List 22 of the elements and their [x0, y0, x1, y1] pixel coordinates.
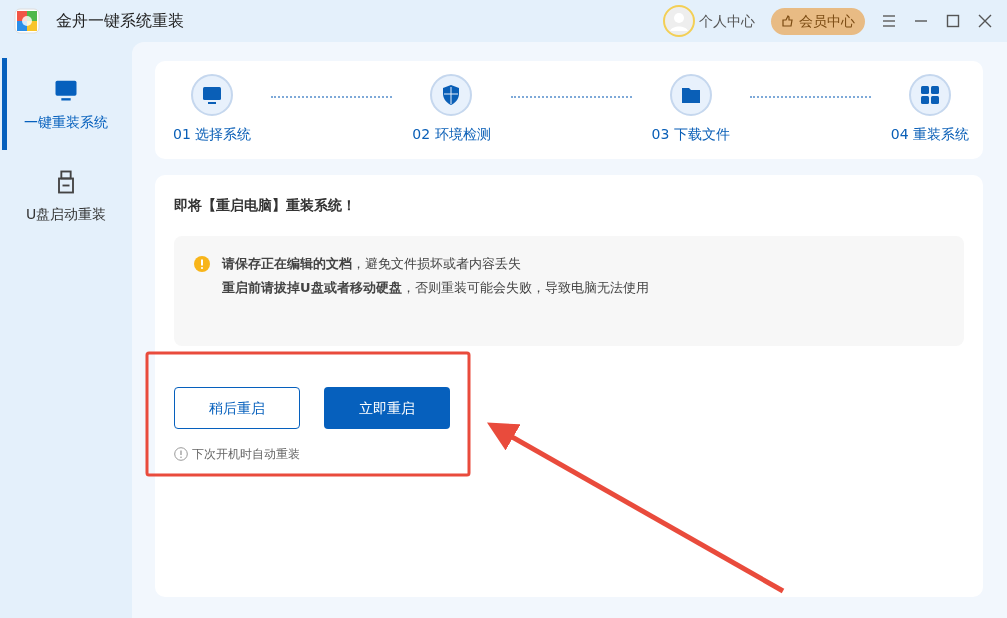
step-label: 01 选择系统: [173, 125, 252, 144]
app-logo-icon: [14, 8, 40, 34]
thumbs-up-icon: [781, 14, 795, 28]
vip-center-button[interactable]: 会员中心: [771, 7, 865, 35]
warning-icon: [194, 256, 210, 272]
window-title: 金舟一键系统重装: [56, 10, 184, 32]
step-label: 03 下载文件: [651, 125, 730, 144]
notice-text: 重启前请拔掉U盘或者移动硬盘，否则重装可能会失败，导致电脑无法使用: [222, 279, 649, 297]
close-icon[interactable]: [977, 13, 993, 29]
restart-later-button[interactable]: 稍后重启: [174, 387, 300, 429]
step-label: 02 环境检测: [412, 125, 491, 144]
sidebar-item[interactable]: U盘启动重装: [0, 150, 132, 242]
heading: 即将【重启电脑】重装系统！: [174, 196, 357, 215]
maximize-icon[interactable]: [945, 13, 961, 29]
sidebar-item[interactable]: 一键重装系统: [0, 58, 132, 150]
hint-text: 下次开机时自动重装: [192, 446, 300, 463]
info-icon: [174, 447, 188, 461]
notice-text: 请保存正在编辑的文档，避免文件损坏或者内容丢失: [222, 255, 522, 273]
restart-now-button[interactable]: 立即重启: [324, 387, 450, 429]
step-label: 04 重装系统: [890, 125, 969, 144]
menu-icon[interactable]: [881, 13, 897, 29]
profile-link[interactable]: 个人中心: [699, 10, 755, 32]
